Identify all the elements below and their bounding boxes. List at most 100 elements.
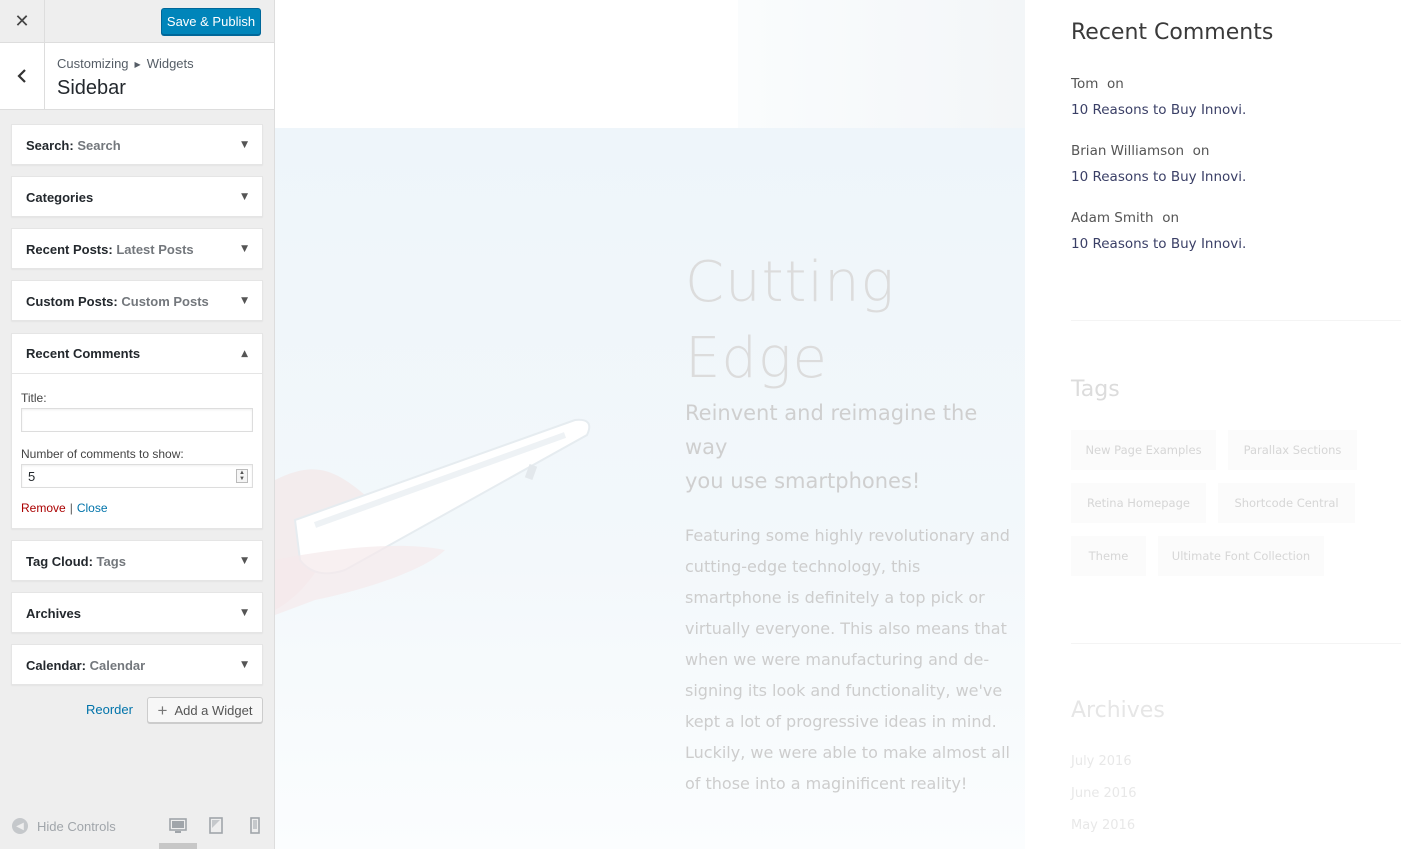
- breadcrumb-root: Customizing: [57, 56, 129, 71]
- widget-header[interactable]: Tag Cloud: Tags ▼: [12, 541, 262, 581]
- widget-archives[interactable]: Archives ▼: [11, 592, 263, 633]
- number-spinner-icon[interactable]: ▲ ▼: [236, 469, 248, 483]
- widget-name: Recent Comments: [26, 346, 141, 361]
- phone-image: [275, 418, 591, 615]
- hero-top-image: [738, 0, 1025, 128]
- plus-icon: +: [157, 700, 168, 720]
- add-widget-label: Add a Widget: [174, 702, 253, 718]
- remove-link[interactable]: Remove: [21, 501, 66, 515]
- comment-post-link[interactable]: 10 Reasons to Buy Innovi.: [1071, 169, 1246, 185]
- customizer-footer: ◀ Hide Controls: [0, 805, 274, 849]
- comment-post-link[interactable]: 10 Reasons to Buy Innovi.: [1071, 102, 1246, 118]
- collapse-arrow-icon: ◀: [12, 818, 28, 834]
- expand-arrow-icon[interactable]: ▼: [241, 296, 248, 306]
- widget-subtitle: Custom Posts: [121, 293, 209, 309]
- widget-header[interactable]: Search: Search ▼: [12, 125, 262, 165]
- number-comments-input[interactable]: 5 ▲ ▼: [21, 464, 253, 488]
- comment-author: Adam Smith: [1071, 210, 1154, 226]
- widget-subtitle: Calendar: [89, 657, 146, 673]
- widget-name: Tag Cloud: [26, 553, 89, 569]
- widget-custom-posts[interactable]: Custom Posts: Custom Posts ▼: [11, 280, 263, 321]
- widget-actions: Remove | Close: [21, 501, 108, 515]
- expand-arrow-icon[interactable]: ▼: [241, 660, 248, 670]
- tag-link[interactable]: Parallax Sections: [1228, 430, 1357, 470]
- hide-controls-label: Hide Controls: [37, 818, 116, 834]
- customizer-header: ✕ Save & Publish: [0, 0, 274, 43]
- hero-sub-line1: Reinvent and reimagine the: [685, 401, 978, 425]
- number-comments-value: 5: [28, 468, 36, 484]
- widget-recent-comments[interactable]: Recent Comments ▲ Title: Number of comme…: [11, 333, 263, 529]
- archive-link[interactable]: June 2016: [1071, 786, 1137, 801]
- comment-author: Brian Williamson: [1071, 143, 1185, 159]
- add-widget-button[interactable]: + Add a Widget: [147, 697, 263, 723]
- widget-search[interactable]: Search: Search ▼: [11, 124, 263, 165]
- section-divider: [1071, 320, 1401, 321]
- hide-controls-button[interactable]: ◀ Hide Controls: [12, 818, 116, 834]
- widget-name: Custom Posts: [26, 293, 114, 309]
- tag-link[interactable]: Shortcode Central: [1218, 483, 1355, 523]
- comment-author-line: Adam Smith on: [1071, 210, 1179, 226]
- desktop-icon[interactable]: [169, 817, 187, 835]
- customizer-panel: ✕ Save & Publish Customizing ▶ Widgets Sid…: [0, 0, 275, 849]
- reorder-link[interactable]: Reorder: [86, 702, 133, 717]
- comment-on: on: [1162, 210, 1180, 226]
- hero-heading: Cutting Edge: [685, 245, 1005, 397]
- close-link[interactable]: Close: [77, 501, 108, 515]
- tag-link[interactable]: Theme: [1071, 536, 1146, 576]
- section-header: Customizing ▶ Widgets Sidebar: [0, 43, 274, 110]
- save-publish-button[interactable]: Save & Publish: [161, 8, 261, 35]
- title-input[interactable]: [21, 408, 253, 432]
- widget-categories[interactable]: Categories ▼: [11, 176, 263, 217]
- tag-link[interactable]: Ultimate Font Collection: [1158, 536, 1324, 576]
- widget-recent-posts[interactable]: Recent Posts: Latest Posts ▼: [11, 228, 263, 269]
- widget-calendar[interactable]: Calendar: Calendar ▼: [11, 644, 263, 685]
- widget-name: Recent Posts: [26, 241, 109, 257]
- widget-header[interactable]: Archives ▼: [12, 593, 262, 633]
- hero-subheading: Reinvent and reimagine the way you use s…: [685, 396, 1005, 498]
- widget-subtitle: Search: [77, 137, 121, 153]
- widget-header[interactable]: Custom Posts: Custom Posts ▼: [12, 281, 262, 321]
- widget-header[interactable]: Calendar: Calendar ▼: [12, 645, 262, 685]
- comment-author: Tom: [1071, 76, 1099, 92]
- tablet-icon[interactable]: [207, 817, 225, 835]
- comment-post-link[interactable]: 10 Reasons to Buy Innovi.: [1071, 236, 1246, 252]
- expand-arrow-icon[interactable]: ▼: [241, 556, 248, 566]
- tag-link[interactable]: New Page Examples: [1071, 430, 1216, 470]
- widget-name: Archives: [26, 605, 81, 621]
- expand-arrow-icon[interactable]: ▼: [241, 140, 248, 150]
- widget-header[interactable]: Recent Posts: Latest Posts ▼: [12, 229, 262, 269]
- tags-title: Tags: [1071, 377, 1120, 402]
- widget-subtitle: Tags: [96, 553, 126, 569]
- breadcrumb-child: Widgets: [146, 56, 194, 71]
- section-title: Sidebar: [57, 77, 126, 99]
- close-customizer-button[interactable]: ✕: [0, 0, 45, 43]
- expand-arrow-icon[interactable]: ▼: [241, 608, 248, 618]
- hero-sub-line2: way: [685, 435, 728, 459]
- separator: |: [69, 501, 73, 515]
- preview-sidebar: Recent Comments Tom on 10 Reasons to Buy…: [1071, 0, 1419, 849]
- tag-link[interactable]: Retina Homepage: [1071, 483, 1206, 523]
- back-button[interactable]: [0, 43, 45, 109]
- comment-on: on: [1192, 143, 1210, 159]
- title-label: Title:: [21, 391, 47, 405]
- hero-heading-line1: Cutting: [685, 250, 896, 315]
- mobile-icon[interactable]: [246, 817, 264, 835]
- archive-link[interactable]: July 2016: [1071, 754, 1132, 769]
- widget-tag-cloud[interactable]: Tag Cloud: Tags ▼: [11, 540, 263, 581]
- expand-arrow-icon[interactable]: ▼: [241, 192, 248, 202]
- expand-arrow-icon[interactable]: ▼: [241, 244, 248, 254]
- chevron-left-icon: [17, 69, 26, 83]
- comment-author-line: Brian Williamson on: [1071, 143, 1209, 159]
- hero-heading-line2: Edge: [685, 326, 828, 391]
- close-icon: ✕: [14, 11, 30, 32]
- widget-header[interactable]: Recent Comments ▲: [12, 334, 262, 374]
- number-comments-label: Number of comments to show:: [21, 447, 184, 461]
- collapse-arrow-icon[interactable]: ▲: [241, 349, 248, 359]
- widget-name: Search: [26, 137, 70, 153]
- comment-on: on: [1106, 76, 1124, 92]
- hero-body-text: Featuring some highly revolutionary and …: [685, 526, 1010, 793]
- archive-link[interactable]: May 2016: [1071, 818, 1135, 833]
- site-preview: Cutting Edge Reinvent and reimagine the …: [275, 0, 1419, 849]
- breadcrumb: Customizing ▶ Widgets: [57, 56, 194, 71]
- widget-header[interactable]: Categories ▼: [12, 177, 262, 217]
